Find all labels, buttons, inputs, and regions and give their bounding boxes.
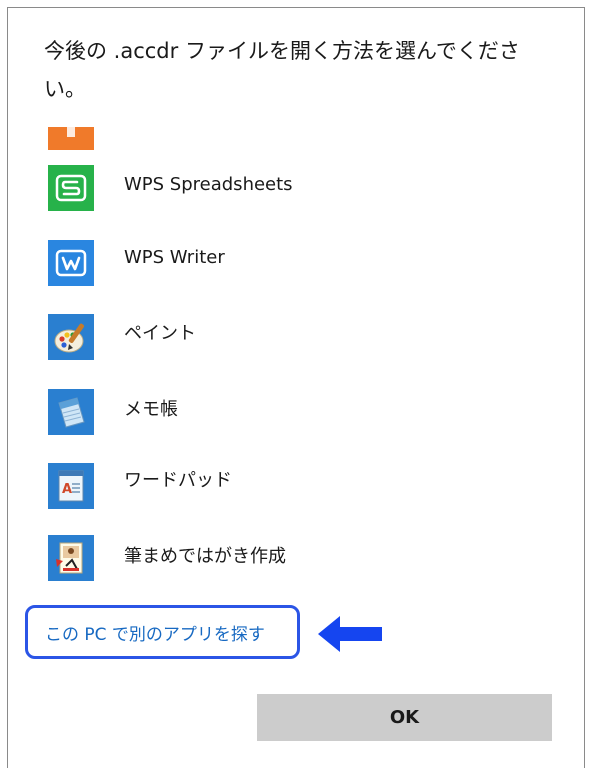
app-name: ペイント — [124, 323, 196, 344]
ok-button[interactable]: OK — [257, 694, 552, 741]
app-name: WPS Spreadsheets — [124, 174, 293, 195]
wordpad-icon: A — [48, 463, 94, 509]
svg-text:A: A — [62, 482, 72, 497]
app-item-wps-spreadsheets[interactable]: WPS Spreadsheets — [0, 160, 592, 224]
app-name: メモ帳 — [124, 399, 178, 420]
notepad-icon — [48, 389, 94, 435]
more-apps-link[interactable]: この PC で別のアプリを探す — [45, 620, 265, 645]
app-list[interactable]: WPS Spreadsheets WPS Writer ペイント メモ帳 A ワ… — [0, 0, 592, 600]
arrow-left-icon — [318, 616, 382, 652]
app-item-wps-writer[interactable]: WPS Writer — [0, 233, 592, 297]
paint-icon — [48, 314, 94, 360]
app-item-notepad[interactable]: メモ帳 — [0, 383, 592, 447]
fudemame-icon — [48, 535, 94, 581]
app-item-paint[interactable]: ペイント — [0, 307, 592, 371]
app-item-wordpad[interactable]: A ワードパッド — [0, 456, 592, 520]
app-icon-partial[interactable] — [48, 127, 94, 150]
wps-writer-icon — [48, 240, 94, 286]
wps-spreadsheets-icon — [48, 165, 94, 211]
app-name: WPS Writer — [124, 247, 225, 268]
app-name: 筆まめではがき作成 — [124, 546, 286, 567]
app-name: ワードパッド — [124, 470, 232, 491]
app-item-fudemame[interactable]: 筆まめではがき作成 — [0, 531, 592, 595]
